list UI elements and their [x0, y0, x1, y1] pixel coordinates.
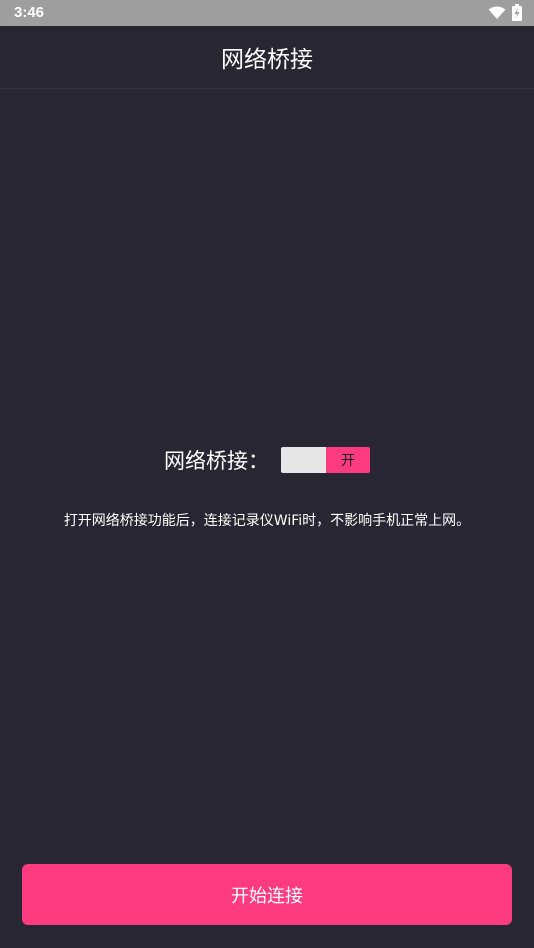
- status-time: 3:46: [14, 4, 45, 21]
- status-icons: [488, 4, 522, 25]
- start-connect-button[interactable]: 开始连接: [22, 864, 512, 925]
- bridge-description: 打开网络桥接功能后，连接记录仪WiFi时，不影响手机正常上网。: [63, 513, 471, 529]
- battery-charging-icon: [512, 4, 522, 25]
- status-bar: 3:46: [0, 0, 534, 26]
- toggle-on-segment: 开: [326, 447, 370, 473]
- network-bridge-toggle[interactable]: 开: [281, 447, 370, 473]
- toggle-off-segment: [281, 447, 326, 473]
- network-bridge-label: 网络桥接：: [164, 449, 269, 473]
- network-bridge-row: 网络桥接： 开: [0, 440, 534, 480]
- app-bar: 网络桥接: [0, 26, 534, 89]
- wifi-icon: [488, 5, 506, 24]
- page-title: 网络桥接: [221, 47, 313, 73]
